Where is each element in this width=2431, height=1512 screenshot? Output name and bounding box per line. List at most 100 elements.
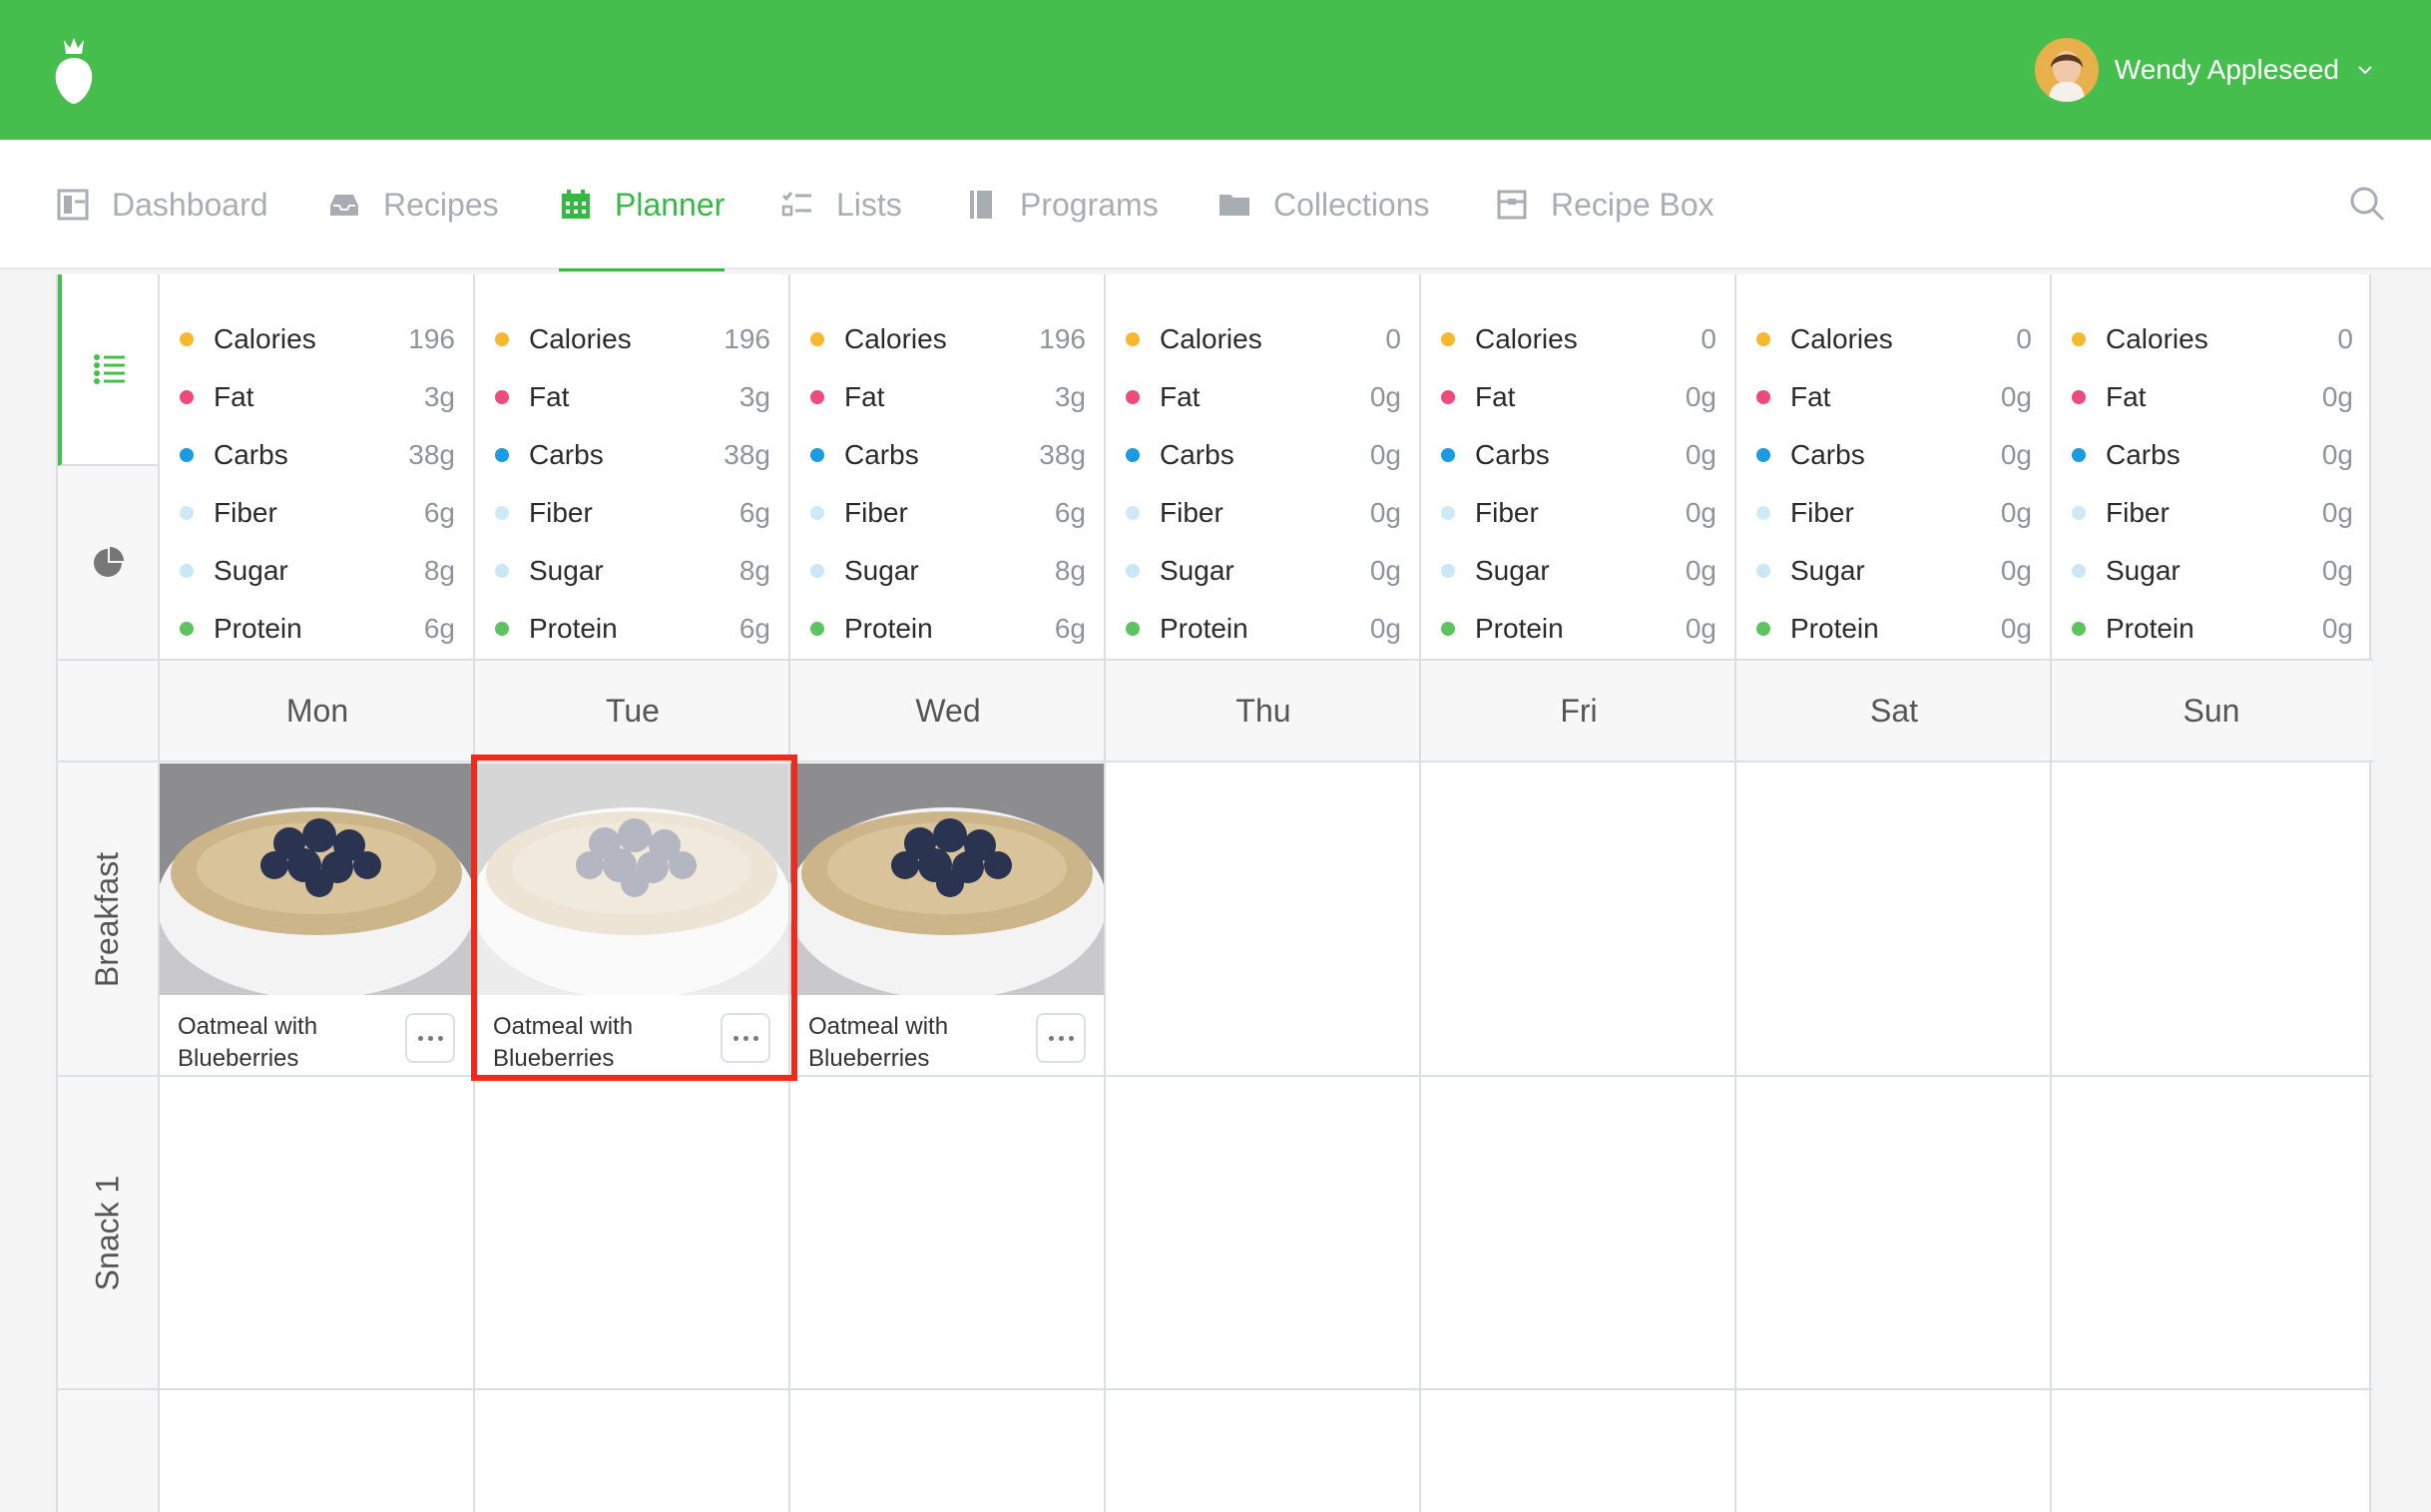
nutrient-row-carbs: Carbs 38g (495, 426, 770, 484)
nutrient-value: 38g (1039, 439, 1086, 470)
nutrient-value: 8g (423, 555, 455, 586)
user-menu[interactable]: Wendy Appleseed (2034, 38, 2375, 102)
nutrient-dot (180, 506, 194, 520)
more-options-button[interactable] (721, 1013, 770, 1063)
nutrient-row-fiber: Fiber 6g (810, 484, 1086, 542)
nav-recipe-box[interactable]: Recipe Box (1495, 140, 1714, 269)
nutrient-value: 8g (1054, 555, 1086, 586)
nutrient-name: Sugar (2106, 555, 2181, 586)
nutrient-name: Sugar (214, 555, 288, 586)
search-icon[interactable] (2347, 184, 2387, 224)
recipe-title[interactable]: Oatmeal with Blueberries (808, 1011, 1028, 1075)
nutrient-value: 0g (1369, 497, 1401, 528)
nutrient-value: 0g (1685, 613, 1716, 644)
nav-label: Lists (836, 186, 902, 223)
nutrition-column-sat: Calories 0 Fat 0g Carbs 0g Fiber 0g Sugar 0g Prote… (1736, 274, 2050, 659)
nutrient-row-sugar: Sugar 0g (1756, 542, 2032, 600)
nutrient-name: Fat (1475, 381, 1516, 412)
more-options-button[interactable] (1036, 1013, 1086, 1063)
folder-icon (1219, 195, 1249, 216)
nutrient-name: Sugar (1475, 555, 1550, 586)
nutrient-row-calories: Calories 196 (810, 310, 1086, 368)
nutrient-row-fiber: Fiber 0g (1756, 484, 2032, 542)
nutrient-dot (1126, 448, 1140, 462)
nutrient-row-fat: Fat 3g (495, 368, 770, 426)
nutrient-row-sugar: Sugar 8g (180, 542, 455, 600)
nutrient-value: 0g (2000, 497, 2032, 528)
nutrient-row-fat: Fat 3g (180, 368, 455, 426)
recipe-image (160, 763, 473, 995)
nutrient-row-fiber: Fiber 0g (1126, 484, 1401, 542)
nutrient-row-carbs: Carbs 0g (1441, 426, 1716, 484)
list-view-tab[interactable] (58, 274, 158, 466)
nutrient-name: Protein (1160, 613, 1248, 644)
nutrient-value: 0g (1685, 555, 1716, 586)
nutrient-dot (1441, 622, 1455, 636)
nav-label: Recipes (383, 186, 499, 223)
inbox-icon (330, 195, 358, 216)
recipe-title[interactable]: Oatmeal with Blueberries (493, 1011, 713, 1075)
nav-programs[interactable]: Programs (964, 140, 1159, 269)
nutrient-dot (1126, 332, 1140, 346)
nutrient-name: Protein (2106, 613, 2194, 644)
nutrient-value: 0g (2321, 555, 2353, 586)
nutrient-name: Fat (529, 381, 570, 412)
nutrient-name: Carbs (2106, 439, 2181, 470)
logo-icon[interactable] (50, 34, 98, 106)
nutrient-value: 3g (1054, 381, 1086, 412)
nutrient-name: Fat (844, 381, 885, 412)
dashboard-icon (57, 189, 89, 221)
nutrient-value: 3g (423, 381, 455, 412)
nutrient-name: Fiber (1790, 497, 1854, 528)
nutrient-value: 0g (2000, 381, 2032, 412)
nutrient-dot (810, 448, 824, 462)
nutrient-row-fat: Fat 0g (1756, 368, 2032, 426)
nutrient-value: 0g (1369, 613, 1401, 644)
meal-card-tue-breakfast[interactable]: Oatmeal with Blueberries (475, 763, 788, 1075)
recipe-title[interactable]: Oatmeal with Blueberries (178, 1011, 397, 1075)
book-icon (970, 191, 992, 219)
nutrient-row-carbs: Carbs 0g (2072, 426, 2353, 484)
meal-card-wed-breakfast[interactable]: Oatmeal with Blueberries (790, 763, 1104, 1075)
nutrient-row-fat: Fat 0g (1441, 368, 1716, 426)
nav-collections[interactable]: Collections (1217, 140, 1430, 269)
nutrient-row-protein: Protein 0g (1441, 600, 1716, 658)
meal-label-snack-1: Snack 1 (89, 1175, 126, 1290)
nutrient-value: 0g (2321, 497, 2353, 528)
nutrient-value: 196 (724, 323, 770, 354)
nutrient-row-protein: Protein 0g (1756, 600, 2032, 658)
recipe-image (475, 763, 788, 995)
nutrient-row-carbs: Carbs 38g (810, 426, 1086, 484)
top-bar: Wendy Appleseed (0, 0, 2431, 140)
nutrient-value: 0g (1685, 381, 1716, 412)
more-options-button[interactable] (405, 1013, 455, 1063)
nutrient-dot (1756, 506, 1770, 520)
nutrient-name: Carbs (214, 439, 288, 470)
nav-dashboard[interactable]: Dashboard (56, 140, 268, 269)
nutrient-row-calories: Calories 0 (1441, 310, 1716, 368)
nutrient-row-carbs: Carbs 0g (1756, 426, 2032, 484)
nutrient-value: 0g (2321, 381, 2353, 412)
day-header-wed: Wed (915, 692, 981, 729)
nav-label: Recipe Box (1551, 186, 1714, 223)
nutrient-name: Protein (1475, 613, 1564, 644)
nav-recipes[interactable]: Recipes (327, 140, 499, 269)
nav-lists[interactable]: Lists (780, 140, 902, 269)
nutrient-name: Sugar (1790, 555, 1865, 586)
meal-card-mon-breakfast[interactable]: Oatmeal with Blueberries (160, 763, 473, 1075)
nutrient-name: Fat (1160, 381, 1201, 412)
nutrient-dot (495, 448, 509, 462)
nutrient-dot (1756, 390, 1770, 404)
nutrient-name: Fiber (214, 497, 277, 528)
avatar (2034, 38, 2099, 102)
nutrient-value: 8g (738, 555, 770, 586)
nutrient-value: 3g (738, 381, 770, 412)
nav-planner[interactable]: Planner (559, 140, 726, 271)
chart-view-tab[interactable] (58, 468, 158, 658)
nutrient-row-protein: Protein 6g (495, 600, 770, 658)
nutrient-value: 0 (1385, 323, 1401, 354)
meal-label-breakfast: Breakfast (89, 851, 126, 987)
nutrient-dot (495, 390, 509, 404)
nutrient-value: 6g (1054, 613, 1086, 644)
nutrient-name: Carbs (1160, 439, 1234, 470)
